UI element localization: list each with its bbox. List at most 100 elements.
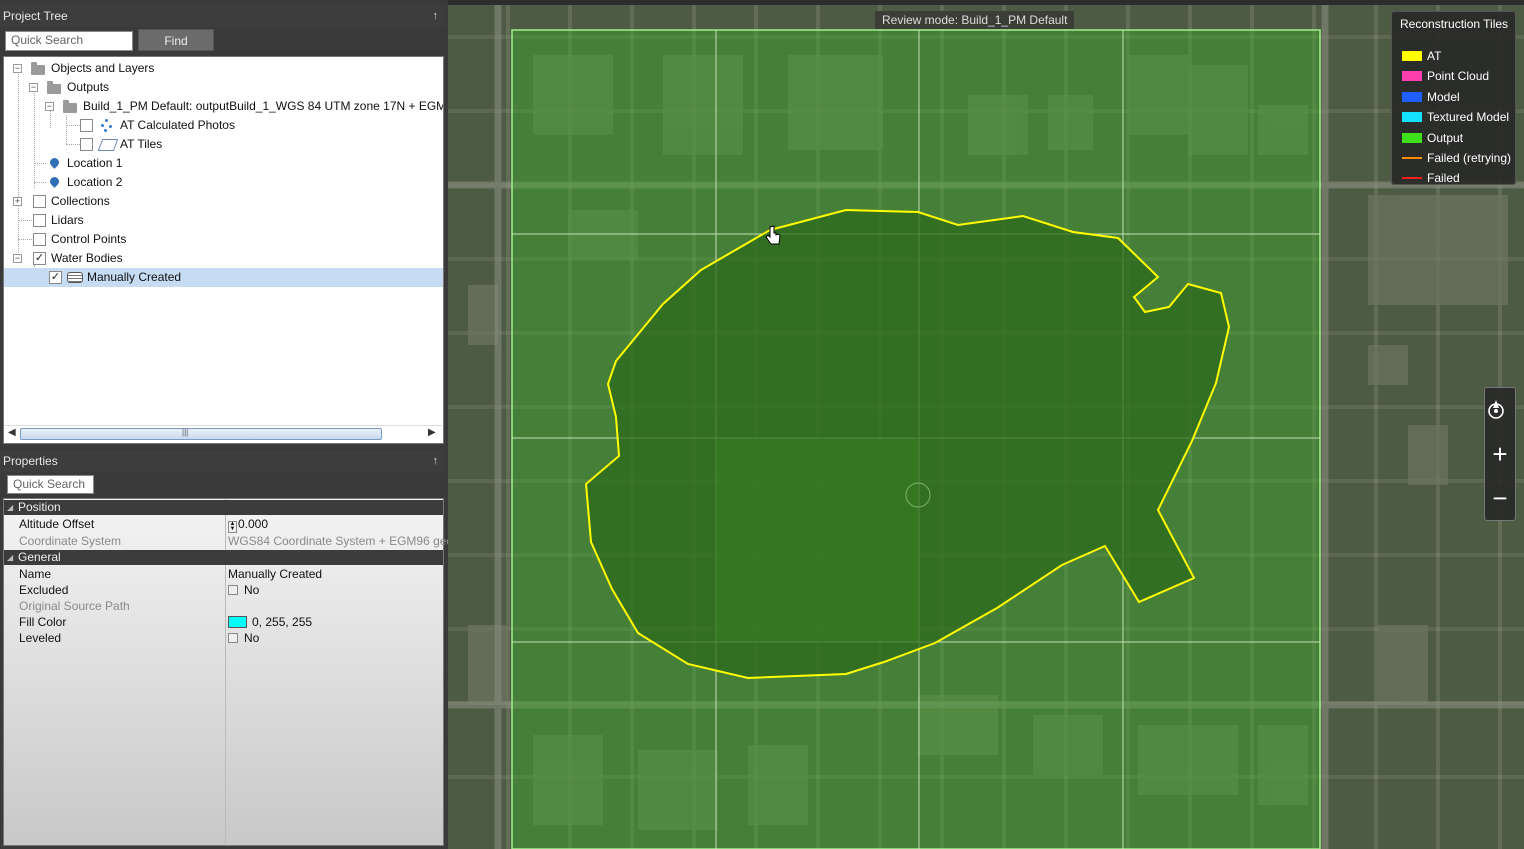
prop-fill-color[interactable]: Fill Color 0, 255, 255	[4, 614, 443, 630]
map-viewport[interactable]: Review mode: Build_1_PM Default Reconstr…	[448, 5, 1524, 849]
prop-name: Leveled	[19, 631, 62, 645]
prop-value[interactable]: 0.000	[238, 517, 268, 531]
category-general[interactable]: ◢ General	[4, 550, 443, 565]
legend-label: Failed (retrying)	[1427, 151, 1512, 165]
folder-icon	[47, 81, 61, 94]
tree-node-label: AT Calculated Photos	[120, 118, 235, 132]
prop-coordinate-system: Coordinate System WGS84 Coordinate Syste…	[4, 533, 456, 549]
tree-horizontal-scrollbar[interactable]: ◀ ||| ▶	[4, 425, 442, 442]
leveled-checkbox[interactable]	[228, 633, 238, 643]
tree-node-collections[interactable]: + Collections	[4, 192, 443, 211]
water-body-icon	[67, 272, 83, 283]
visibility-checkbox[interactable]	[33, 214, 46, 227]
location-pin-icon	[48, 175, 61, 188]
visibility-checkbox-checked[interactable]: ✓	[33, 252, 46, 265]
legend-title: Reconstruction Tiles	[1400, 17, 1509, 31]
map-navigation-controls: + −	[1484, 387, 1516, 521]
color-swatch[interactable]	[228, 616, 247, 628]
folder-icon	[31, 62, 45, 75]
category-position[interactable]: ◢ Position	[4, 500, 443, 515]
collapse-icon[interactable]: −	[45, 102, 54, 111]
prop-name: Coordinate System	[19, 534, 122, 548]
project-tree-title: Project Tree ↑	[0, 5, 444, 27]
legend-label: Model	[1427, 90, 1460, 104]
tree-node-label: Control Points	[51, 232, 127, 246]
tree-node-lidars[interactable]: Lidars	[4, 211, 443, 230]
left-panel: Project Tree ↑ Quick Search Find − Objec…	[0, 0, 456, 849]
category-label: General	[18, 550, 61, 564]
legend-label: Point Cloud	[1427, 69, 1490, 83]
project-tree-title-text: Project Tree	[3, 9, 68, 23]
properties-search-input[interactable]: Quick Search	[7, 475, 94, 494]
tree-node-build-output[interactable]: − Build_1_PM Default: outputBuild_1_WGS …	[4, 97, 443, 116]
tree-node-label: Collections	[51, 194, 110, 208]
point-cloud-icon	[100, 118, 114, 132]
tree-node-label: Water Bodies	[51, 251, 123, 265]
visibility-checkbox-checked[interactable]: ✓	[49, 271, 62, 284]
tree-node-at-tiles[interactable]: AT Tiles	[4, 135, 443, 154]
category-label: Position	[18, 500, 61, 514]
prop-original-source-path: Original Source Path	[4, 598, 443, 614]
pin-icon[interactable]: ↑	[433, 450, 439, 472]
tree-node-location-2[interactable]: Location 2	[4, 173, 443, 192]
scrollbar-thumb[interactable]	[20, 428, 382, 440]
property-grid: ◢ Position Altitude Offset ▲ ▼ 0.000 Coord…	[3, 498, 456, 846]
excluded-checkbox[interactable]	[228, 585, 238, 595]
visibility-checkbox[interactable]	[80, 138, 93, 151]
collapse-triangle-icon[interactable]: ◢	[7, 500, 13, 515]
legend-label: AT	[1427, 49, 1442, 63]
collapse-icon[interactable]: −	[29, 83, 38, 92]
legend-label: Output	[1427, 131, 1464, 145]
review-mode-banner: Review mode: Build_1_PM Default	[875, 11, 1075, 29]
legend-line	[1402, 177, 1422, 179]
prop-value: No	[244, 583, 260, 597]
tree-node-water-bodies[interactable]: − ✓ Water Bodies	[4, 249, 443, 268]
tree-node-label: Manually Created	[87, 270, 182, 284]
tree-search-input[interactable]: Quick Search	[5, 31, 133, 51]
map-canvas[interactable]	[448, 5, 1524, 849]
expand-icon[interactable]: +	[13, 197, 22, 206]
prop-name-row[interactable]: Name Manually Created	[4, 566, 443, 582]
tree-node-location-1[interactable]: Location 1	[4, 154, 443, 173]
compass-icon[interactable]	[1485, 390, 1515, 430]
tree-node-control-points[interactable]: Control Points	[4, 230, 443, 249]
prop-leveled[interactable]: Leveled No	[4, 630, 443, 646]
tree-node-manually-created[interactable]: ✓ Manually Created	[4, 268, 443, 287]
tree-node-outputs[interactable]: − Outputs	[4, 78, 443, 97]
prop-name: Name	[19, 567, 52, 581]
tree-node-label: AT Tiles	[120, 137, 163, 151]
tree-node-label: Lidars	[51, 213, 84, 227]
prop-value[interactable]: 0, 255, 255	[252, 615, 312, 629]
find-button[interactable]: Find	[138, 29, 214, 51]
prop-excluded[interactable]: Excluded No	[4, 582, 443, 598]
visibility-checkbox[interactable]	[80, 119, 93, 132]
pin-icon[interactable]: ↑	[433, 5, 439, 27]
tree-node-label: Objects and Layers	[51, 61, 155, 75]
tree-node-at-calculated-photos[interactable]: AT Calculated Photos	[4, 116, 443, 135]
tree-node-label: Location 1	[67, 156, 123, 170]
prop-value: No	[244, 631, 260, 645]
scroll-right-arrow-icon[interactable]: ▶	[428, 427, 436, 438]
legend-label: Failed	[1427, 171, 1460, 185]
tree-node-objects-and-layers[interactable]: − Objects and Layers	[4, 59, 443, 78]
project-tree: − Objects and Layers − Outputs − Build_1…	[3, 56, 444, 444]
visibility-checkbox[interactable]	[33, 195, 46, 208]
prop-name: Altitude Offset	[19, 517, 95, 531]
collapse-icon[interactable]: −	[13, 64, 22, 73]
prop-altitude-offset[interactable]: Altitude Offset ▲ ▼ 0.000	[4, 516, 443, 533]
zoom-in-button[interactable]: +	[1485, 434, 1515, 474]
prop-value: WGS84 Coordinate System + EGM96 geoi	[228, 534, 456, 548]
scroll-left-arrow-icon[interactable]: ◀	[8, 427, 16, 438]
prop-name: Original Source Path	[19, 599, 130, 613]
visibility-checkbox[interactable]	[33, 233, 46, 246]
zoom-out-button[interactable]: −	[1485, 478, 1515, 518]
prop-value[interactable]: Manually Created	[228, 566, 322, 582]
tiles-icon	[97, 139, 119, 151]
prop-name: Excluded	[19, 583, 69, 597]
properties-title-text: Properties	[3, 454, 58, 468]
prop-name: Fill Color	[19, 615, 67, 629]
tree-node-label: Build_1_PM Default: outputBuild_1_WGS 84…	[83, 99, 443, 113]
collapse-icon[interactable]: −	[13, 254, 22, 263]
collapse-triangle-icon[interactable]: ◢	[7, 550, 13, 565]
spinner-icon[interactable]: ▲ ▼	[228, 521, 237, 533]
